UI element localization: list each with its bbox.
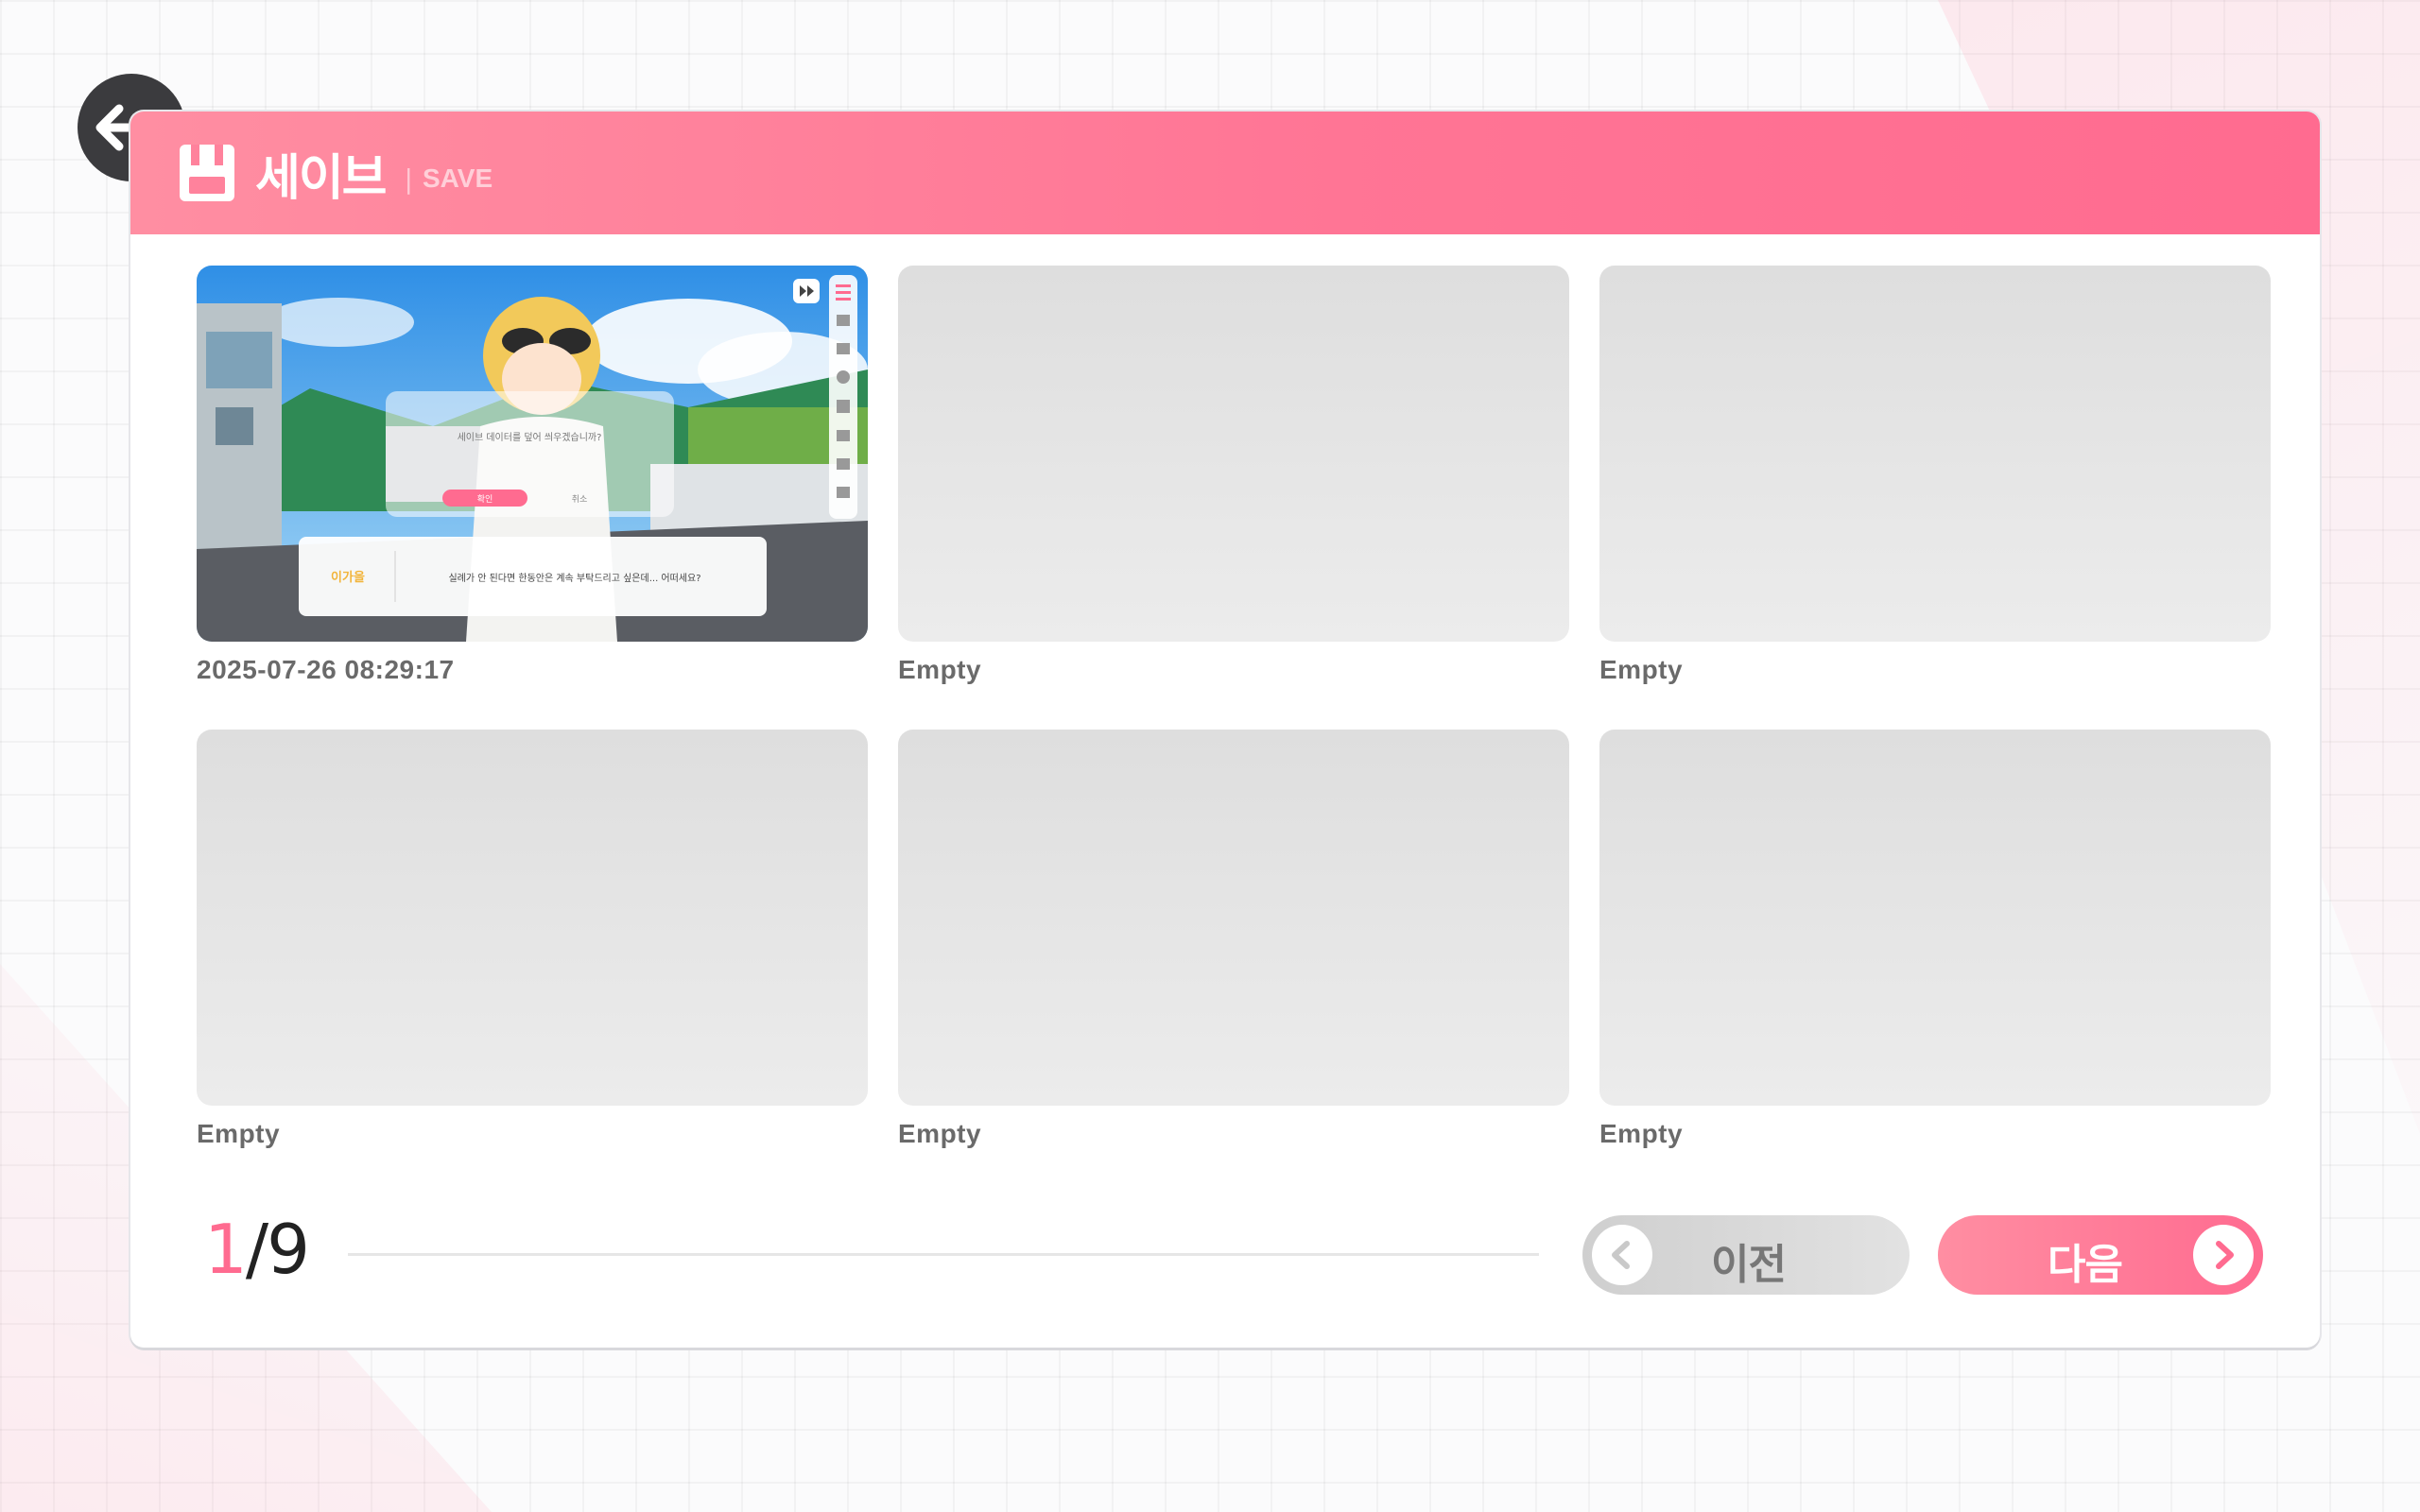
empty-slot-thumbnail[interactable]: [898, 266, 1569, 642]
thumbnail-popup-text: 세이브 데이터를 덮어 씌우겠습니까?: [458, 432, 602, 443]
save-slot-6[interactable]: Empty: [1599, 730, 2271, 1149]
game-scene-thumbnail: 세이브 데이터를 덮어 씌우겠습니까? 확인 취소 이가을 실례가 안 된다면 …: [197, 266, 868, 642]
save-panel: 세이브 | SAVE 세이브 데이터를 덮어 씌우겠습니까? 확인 취소 이가을…: [130, 112, 2320, 1348]
page-separator: /: [245, 1210, 268, 1289]
save-slot-timestamp: 2025-07-26 08:29:17: [197, 655, 455, 684]
next-circle: [2193, 1225, 2254, 1285]
thumbnail-popup-confirm: 확인: [477, 493, 493, 505]
total-pages-number: 9: [267, 1210, 310, 1289]
thumbnail-dialogue: 실례가 안 된다면 한동안은 계속 부탁드리고 싶은데... 어떠세요?: [448, 573, 700, 584]
save-slot-label: Empty: [898, 1119, 982, 1148]
save-slot-3[interactable]: Empty: [1599, 266, 2271, 685]
page-subtitle: SAVE: [422, 163, 493, 193]
save-slot-2[interactable]: Empty: [898, 266, 1569, 685]
next-button-label: 다음: [2048, 1241, 2123, 1289]
page-divider-line: [348, 1253, 1539, 1256]
save-slot-thumbnail[interactable]: 세이브 데이터를 덮어 씌우겠습니까? 확인 취소 이가을 실례가 안 된다면 …: [197, 266, 868, 642]
save-disk-icon: [180, 145, 234, 201]
chevron-right-icon: [2216, 1241, 2234, 1269]
current-page-number: 1: [204, 1210, 248, 1289]
title-separator: |: [404, 163, 413, 195]
save-slot-1[interactable]: 세이브 데이터를 덮어 씌우겠습니까? 확인 취소 이가을 실례가 안 된다면 …: [197, 266, 868, 685]
previous-button-label: 이전: [1711, 1241, 1787, 1289]
empty-slot-thumbnail[interactable]: [197, 730, 868, 1106]
previous-page-button[interactable]: 이전: [1582, 1215, 1910, 1295]
next-page-button[interactable]: 다음: [1938, 1215, 2263, 1295]
panel-header: 세이브 | SAVE: [130, 112, 2320, 234]
empty-slot-thumbnail[interactable]: [1599, 266, 2271, 642]
empty-slot-thumbnail[interactable]: [1599, 730, 2271, 1106]
save-slot-label: Empty: [197, 1119, 281, 1148]
thumbnail-popup-cancel: 취소: [572, 494, 588, 505]
chevron-left-icon: [1612, 1241, 1630, 1269]
thumbnail-character-name: 이가을: [331, 570, 365, 585]
page-title: 세이브: [255, 149, 388, 207]
empty-slot-thumbnail[interactable]: [898, 730, 1569, 1106]
save-slot-4[interactable]: Empty: [197, 730, 868, 1149]
save-slot-5[interactable]: Empty: [898, 730, 1569, 1149]
save-slot-label: Empty: [898, 655, 982, 684]
save-slot-label: Empty: [1599, 655, 1684, 684]
save-slot-label: Empty: [1599, 1119, 1684, 1148]
prev-circle: [1592, 1225, 1652, 1285]
page-indicator: 1/9: [204, 1210, 310, 1289]
